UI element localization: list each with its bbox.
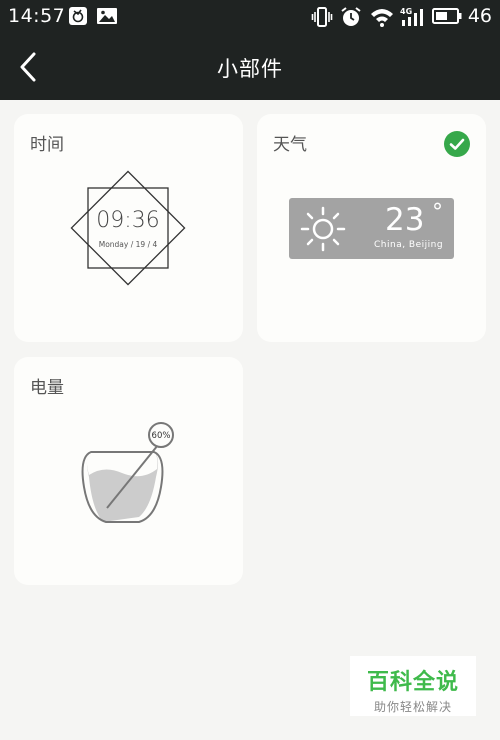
clock-time-text: 09:36 bbox=[96, 208, 159, 233]
battery-widget-preview: 60% bbox=[81, 422, 174, 523]
clock-date-text: Monday / 19 / 4 bbox=[99, 240, 158, 249]
clock-widget-card[interactable]: 时间 09:36 Monday / 19 / 4 bbox=[14, 114, 243, 342]
vibrate-icon bbox=[311, 6, 333, 32]
weather-temperature: 23 bbox=[385, 202, 425, 238]
watermark-logo: 百科全说 助你轻松解决 bbox=[350, 656, 476, 716]
battery-level-text: 46 bbox=[467, 5, 492, 27]
battery-widget-card[interactable]: 电量 60% bbox=[14, 357, 243, 585]
page-title: 小部件 bbox=[217, 57, 283, 81]
status-time: 14:57 bbox=[8, 5, 66, 27]
4g-signal-icon: 4G bbox=[400, 6, 426, 32]
clock-widget-preview: 09:36 Monday / 19 / 4 bbox=[70, 170, 186, 286]
sun-icon bbox=[300, 206, 346, 252]
watermark-title: 百科全说 bbox=[366, 670, 459, 695]
app-bar: 小部件 bbox=[0, 34, 500, 100]
app-notification-icon bbox=[68, 6, 88, 30]
weather-widget-preview: 23 ° China, Beijing bbox=[289, 198, 454, 259]
weather-widget-card[interactable]: 天气 23 ° China, Beijing bbox=[257, 114, 486, 342]
image-notification-icon bbox=[96, 6, 118, 30]
alarm-icon bbox=[340, 6, 362, 32]
battery-icon bbox=[432, 6, 462, 30]
weather-degree-symbol: ° bbox=[432, 200, 443, 225]
status-bar: 14:57 4G 46 bbox=[0, 0, 500, 34]
wifi-icon bbox=[370, 6, 394, 32]
battery-percent-text: 60% bbox=[152, 431, 171, 441]
weather-widget-label: 天气 bbox=[273, 135, 307, 155]
selected-check-icon bbox=[444, 131, 470, 157]
svg-text:4G: 4G bbox=[400, 7, 412, 16]
weather-location: China, Beijing bbox=[374, 240, 444, 250]
watermark-subtitle: 助你轻松解决 bbox=[373, 700, 452, 714]
